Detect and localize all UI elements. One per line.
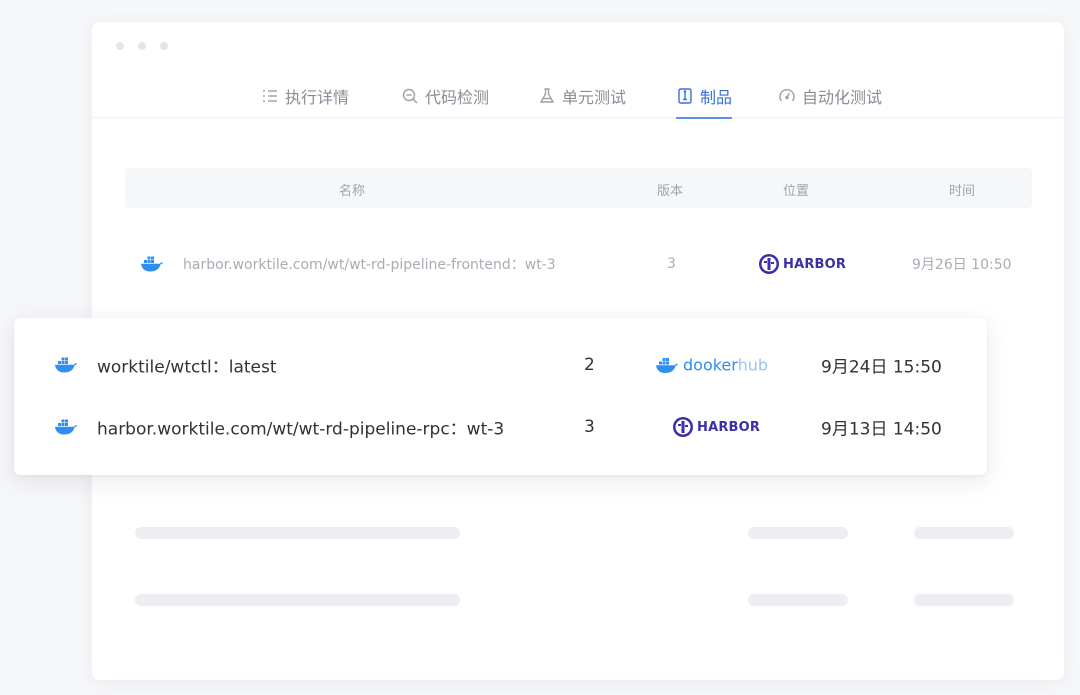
window-controls <box>116 42 168 50</box>
tab-label: 单元测试 <box>562 88 627 107</box>
flask-icon <box>539 88 555 103</box>
harbor-logo: HARBOR <box>758 253 846 275</box>
tab-execution-details[interactable]: 执行详情 <box>261 74 349 118</box>
table-row[interactable]: worktile/wtctl：latest 2 dookerhub 9月24日 … <box>14 345 987 385</box>
skeleton-bar <box>748 527 848 539</box>
artifact-name[interactable]: harbor.worktile.com/wt/wt-rd-pipeline-fr… <box>183 254 556 274</box>
skeleton-bar <box>914 594 1014 606</box>
column-header-location: 位置 <box>782 184 810 199</box>
artifact-time: 9月13日 14:50 <box>821 419 942 440</box>
artifact-version: 2 <box>584 355 595 375</box>
docker-icon <box>141 256 163 272</box>
search-icon <box>402 88 418 104</box>
artifact-name[interactable]: harbor.worktile.com/wt/wt-rd-pipeline-rp… <box>97 415 504 440</box>
artifact-name[interactable]: worktile/wtctl：latest <box>97 353 277 378</box>
window-dot[interactable] <box>138 42 146 50</box>
tab-artifacts[interactable]: 制品 <box>676 74 733 119</box>
highlighted-artifacts-card: worktile/wtctl：latest 2 dookerhub 9月24日 … <box>14 318 987 475</box>
tab-label: 执行详情 <box>285 88 350 107</box>
location-label-suffix: hub <box>737 355 769 375</box>
tab-label: 自动化测试 <box>802 88 883 107</box>
tab-label: 代码检测 <box>425 88 490 107</box>
tab-label: 制品 <box>700 88 733 107</box>
harbor-icon <box>673 417 693 437</box>
harbor-logo: HARBOR <box>672 416 760 438</box>
location-label: HARBOR <box>783 256 847 272</box>
docker-icon <box>55 357 77 373</box>
tab-unit-test[interactable]: 单元测试 <box>538 74 626 118</box>
skeleton-bar <box>914 527 1014 539</box>
skeleton-bar <box>135 594 460 606</box>
window-dot[interactable] <box>160 42 168 50</box>
table-row[interactable]: harbor.worktile.com/wt/wt-rd-pipeline-rp… <box>14 407 987 447</box>
dockerhub-logo: dookerhub <box>655 356 768 375</box>
window-dot[interactable] <box>116 42 124 50</box>
harbor-icon <box>759 254 779 274</box>
artifact-version: 3 <box>584 417 595 437</box>
tab-automation-test[interactable]: 自动化测试 <box>778 74 882 118</box>
column-header-version: 版本 <box>656 184 684 199</box>
table-header: 名称 版本 位置 时间 <box>125 168 1032 208</box>
tab-code-inspection[interactable]: 代码检测 <box>401 74 489 118</box>
artifact-icon <box>678 88 692 104</box>
artifact-version: 3 <box>667 256 676 272</box>
artifact-time: 9月24日 15:50 <box>821 357 942 378</box>
column-header-time: 时间 <box>948 184 976 199</box>
location-label: HARBOR <box>697 419 761 435</box>
docker-icon <box>55 419 77 435</box>
docker-icon <box>656 357 678 373</box>
skeleton-bar <box>748 594 848 606</box>
table-row[interactable]: harbor.worktile.com/wt/wt-rd-pipeline-fr… <box>92 244 1064 284</box>
skeleton-bar <box>135 527 460 539</box>
location-label: dooker <box>683 355 738 375</box>
artifact-time: 9月26日 10:50 <box>912 257 1012 273</box>
list-icon <box>263 90 277 102</box>
gauge-icon <box>779 89 795 102</box>
column-header-name: 名称 <box>338 184 366 199</box>
tab-bar: 执行详情 代码检测 单元测试 制品 自动化测试 <box>92 74 1064 119</box>
